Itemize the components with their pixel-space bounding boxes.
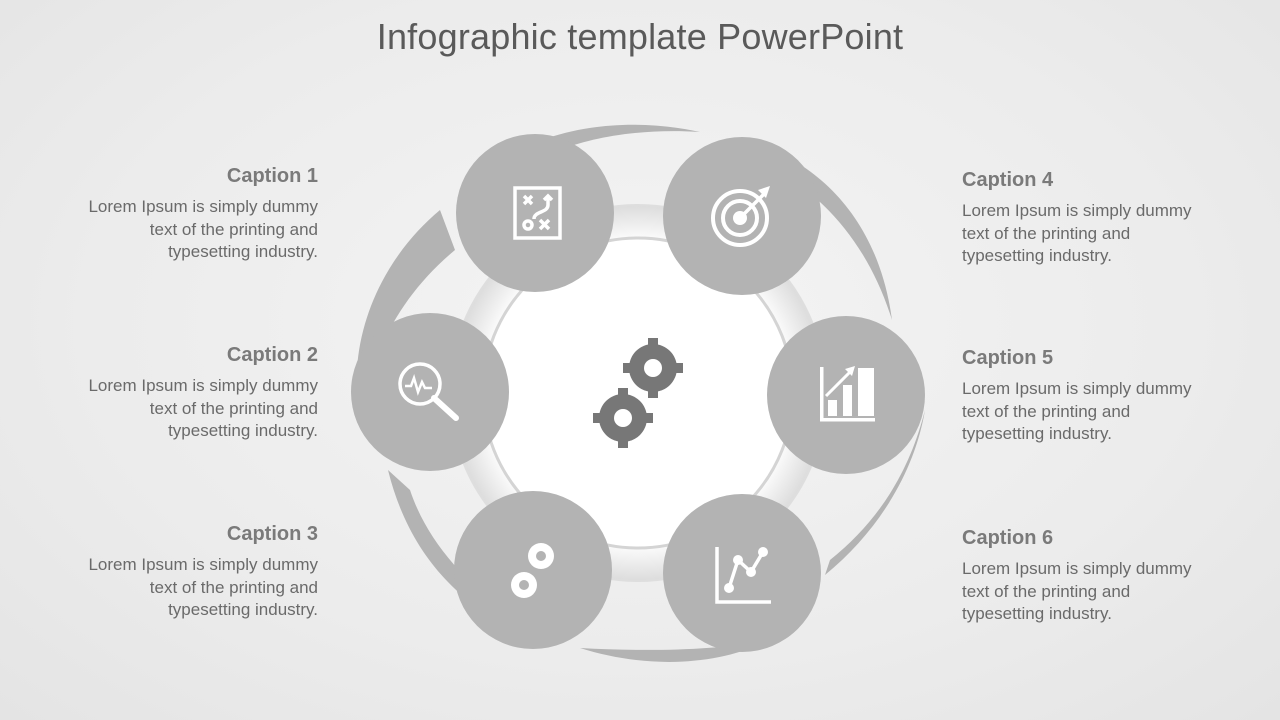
caption-title: Caption 2 <box>226 344 318 366</box>
step-circle-5[interactable] <box>767 316 925 474</box>
caption-title: Caption 6 <box>962 527 1054 549</box>
step-circle-4[interactable] <box>663 137 821 295</box>
caption-block-5: Caption 5 Lorem Ipsum is simply dummy te… <box>962 347 1192 446</box>
caption-block-2: Caption 2 Lorem Ipsum is simply dummy te… <box>88 344 318 443</box>
step-circle-1[interactable] <box>456 134 614 292</box>
caption-body: Lorem Ipsum is simply dummy text of the … <box>88 555 318 619</box>
step-circle-2[interactable] <box>351 313 509 471</box>
caption-body: Lorem Ipsum is simply dummy text of the … <box>962 559 1192 623</box>
caption-block-3: Caption 3 Lorem Ipsum is simply dummy te… <box>88 523 318 622</box>
step-circle-3[interactable] <box>454 491 612 649</box>
caption-title: Caption 1 <box>226 165 318 187</box>
step-circle-6[interactable] <box>663 494 821 652</box>
caption-title: Caption 3 <box>226 523 318 545</box>
caption-body: Lorem Ipsum is simply dummy text of the … <box>88 376 318 440</box>
caption-title: Caption 5 <box>962 347 1054 369</box>
caption-block-1: Caption 1 Lorem Ipsum is simply dummy te… <box>88 165 318 264</box>
caption-body: Lorem Ipsum is simply dummy text of the … <box>962 201 1192 265</box>
caption-block-4: Caption 4 Lorem Ipsum is simply dummy te… <box>962 169 1192 268</box>
caption-body: Lorem Ipsum is simply dummy text of the … <box>88 197 318 261</box>
caption-body: Lorem Ipsum is simply dummy text of the … <box>962 379 1192 443</box>
caption-title: Caption 4 <box>962 169 1054 191</box>
caption-block-6: Caption 6 Lorem Ipsum is simply dummy te… <box>962 527 1192 626</box>
